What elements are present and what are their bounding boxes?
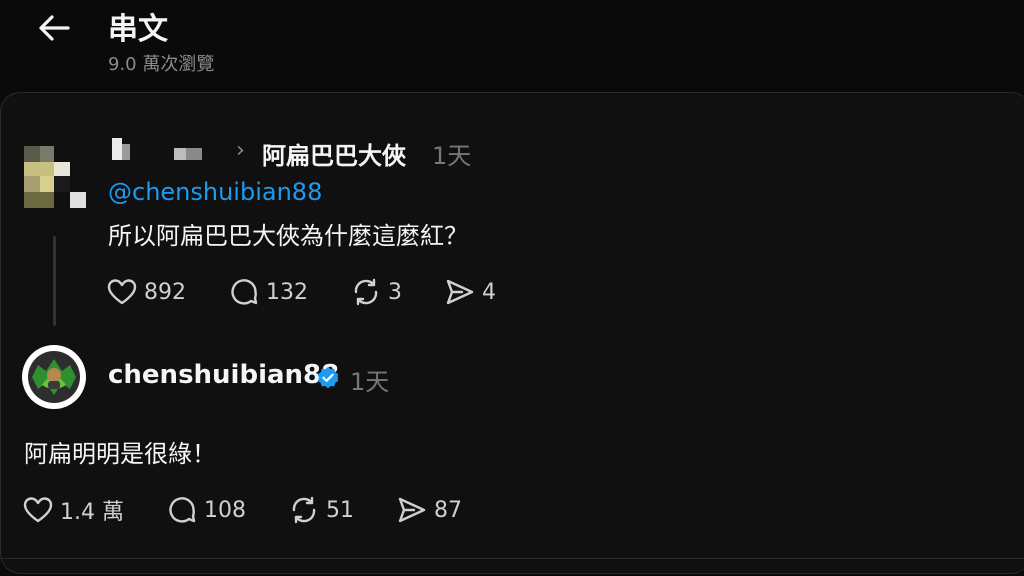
comment-button[interactable]: 132 (228, 276, 308, 308)
comment-icon (169, 497, 196, 523)
like-count: 1.4 萬 (60, 500, 124, 525)
comment-count: 132 (266, 279, 308, 305)
repost-icon (292, 496, 316, 524)
username-redacted[interactable] (108, 138, 228, 168)
chevron-right-icon: › (236, 138, 245, 163)
post-time: 1天 (432, 142, 472, 170)
comment-button[interactable]: 108 (166, 494, 246, 526)
thread-connector-line (53, 236, 56, 326)
back-arrow-icon[interactable] (34, 10, 74, 46)
repost-count: 3 (388, 279, 402, 305)
like-count: 892 (144, 279, 186, 305)
post-text: 所以阿扁巴巴大俠為什麼這麼紅？ (108, 222, 468, 250)
comment-icon (231, 279, 258, 305)
share-count: 87 (433, 497, 462, 523)
send-icon (398, 497, 426, 523)
share-button[interactable]: 4 (444, 276, 496, 308)
mention-link[interactable]: @chenshuibian88 (108, 178, 322, 206)
reply-time: 1天 (350, 368, 390, 396)
repost-button[interactable]: 3 (350, 276, 402, 308)
share-count: 4 (482, 279, 496, 305)
heart-icon (23, 497, 53, 523)
verified-badge-icon (317, 367, 339, 389)
divider (0, 558, 1024, 559)
emblem-logo (24, 347, 84, 407)
user-avatar-pixelated[interactable] (24, 146, 86, 208)
share-button[interactable]: 87 (396, 494, 462, 526)
profile-avatar[interactable] (22, 345, 86, 409)
profile-username[interactable]: chenshuibian88 (108, 360, 339, 390)
reply-target-name[interactable]: 阿扁巴巴大俠 (262, 136, 406, 171)
page-header: 串文 9.0 萬次瀏覽 (0, 0, 1024, 90)
send-icon (446, 279, 474, 305)
like-button[interactable]: 892 (106, 276, 186, 308)
repost-count: 51 (325, 497, 354, 523)
comment-count: 108 (203, 497, 246, 523)
page-title: 串文 (108, 12, 168, 47)
repost-button[interactable]: 51 (288, 494, 354, 526)
reply-text: 阿扁明明是很綠！ (24, 440, 216, 468)
like-button[interactable]: 1.4 萬 (22, 494, 124, 526)
heart-icon (107, 279, 137, 305)
repost-icon (354, 278, 378, 306)
post-actions: 892 132 3 4 (106, 276, 538, 308)
view-count: 9.0 萬次瀏覽 (108, 54, 215, 75)
reply-actions: 1.4 萬 108 51 87 (22, 494, 504, 526)
